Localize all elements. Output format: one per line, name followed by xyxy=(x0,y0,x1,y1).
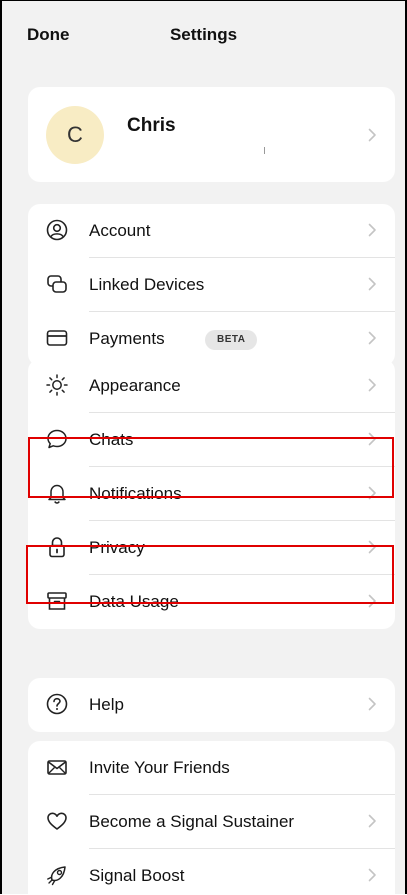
chevron-right-icon xyxy=(368,223,376,237)
cursor-mark xyxy=(264,147,265,154)
page-title: Settings xyxy=(169,25,238,44)
settings-row-notifications[interactable]: Notifications xyxy=(28,467,395,521)
row-label: Notifications xyxy=(89,484,182,503)
row-label: Account xyxy=(89,221,151,240)
row-label: Signal Boost xyxy=(89,866,185,885)
lock-icon xyxy=(49,537,65,558)
chevron-right-icon xyxy=(368,868,376,882)
beta-badge: BETA xyxy=(205,330,258,350)
envelope-icon xyxy=(47,760,67,775)
settings-row-chats[interactable]: Chats xyxy=(28,413,395,467)
profile-card[interactable]: C Chris xyxy=(28,87,395,182)
account-group: Account Linked Devices Payments BETA xyxy=(28,204,395,366)
navigation-bar: Done Settings xyxy=(2,1,405,71)
settings-row-linked-devices[interactable]: Linked Devices xyxy=(28,258,395,312)
settings-row-signal-sustainer[interactable]: Become a Signal Sustainer xyxy=(28,795,395,849)
row-label: Privacy xyxy=(89,538,145,557)
chevron-right-icon xyxy=(368,697,376,711)
chevron-right-icon xyxy=(368,378,376,392)
settings-screen: Done Settings C Chris Account Linked Dev… xyxy=(0,0,407,894)
bell-icon xyxy=(48,484,66,504)
settings-row-signal-boost[interactable]: Signal Boost xyxy=(28,849,395,894)
chevron-right-icon xyxy=(368,128,376,142)
chevron-right-icon xyxy=(368,432,376,446)
help-group: Help xyxy=(28,678,395,732)
row-label: Appearance xyxy=(89,376,181,395)
chevron-right-icon xyxy=(368,486,376,500)
avatar-initial: C xyxy=(67,122,83,147)
more-group: Invite Your Friends Become a Signal Sust… xyxy=(28,741,395,894)
row-label: Linked Devices xyxy=(89,275,205,294)
settings-row-privacy[interactable]: Privacy xyxy=(28,521,395,575)
settings-row-appearance[interactable]: Appearance xyxy=(28,359,395,413)
chevron-right-icon xyxy=(368,277,376,291)
row-label: Become a Signal Sustainer xyxy=(89,812,295,831)
boost-icon xyxy=(47,866,66,886)
chat-bubble-icon xyxy=(47,429,67,449)
preferences-group: Appearance Chats Notifications Privacy D… xyxy=(28,359,395,629)
heart-icon xyxy=(47,812,67,830)
avatar: C xyxy=(46,106,104,164)
profile-name: Chris xyxy=(127,115,176,136)
linked-devices-icon xyxy=(47,275,67,293)
archive-box-icon xyxy=(47,592,67,610)
chevron-right-icon xyxy=(368,594,376,608)
settings-row-account[interactable]: Account xyxy=(28,204,395,258)
row-label: Help xyxy=(89,695,124,714)
sun-icon xyxy=(46,374,68,396)
row-label: Data Usage xyxy=(89,592,179,611)
row-label: Invite Your Friends xyxy=(89,758,230,777)
settings-row-help[interactable]: Help xyxy=(28,678,395,732)
settings-row-invite-friends[interactable]: Invite Your Friends xyxy=(28,741,395,795)
row-label: Payments xyxy=(89,329,165,348)
chevron-right-icon xyxy=(368,814,376,828)
question-circle-icon xyxy=(46,693,68,715)
chevron-right-icon xyxy=(368,331,376,345)
chevron-right-icon xyxy=(368,540,376,554)
person-circle-icon xyxy=(46,219,68,241)
row-label: Chats xyxy=(89,430,134,449)
credit-card-icon xyxy=(46,330,68,346)
settings-row-payments[interactable]: Payments BETA xyxy=(28,312,395,366)
settings-row-data-usage[interactable]: Data Usage xyxy=(28,575,395,629)
